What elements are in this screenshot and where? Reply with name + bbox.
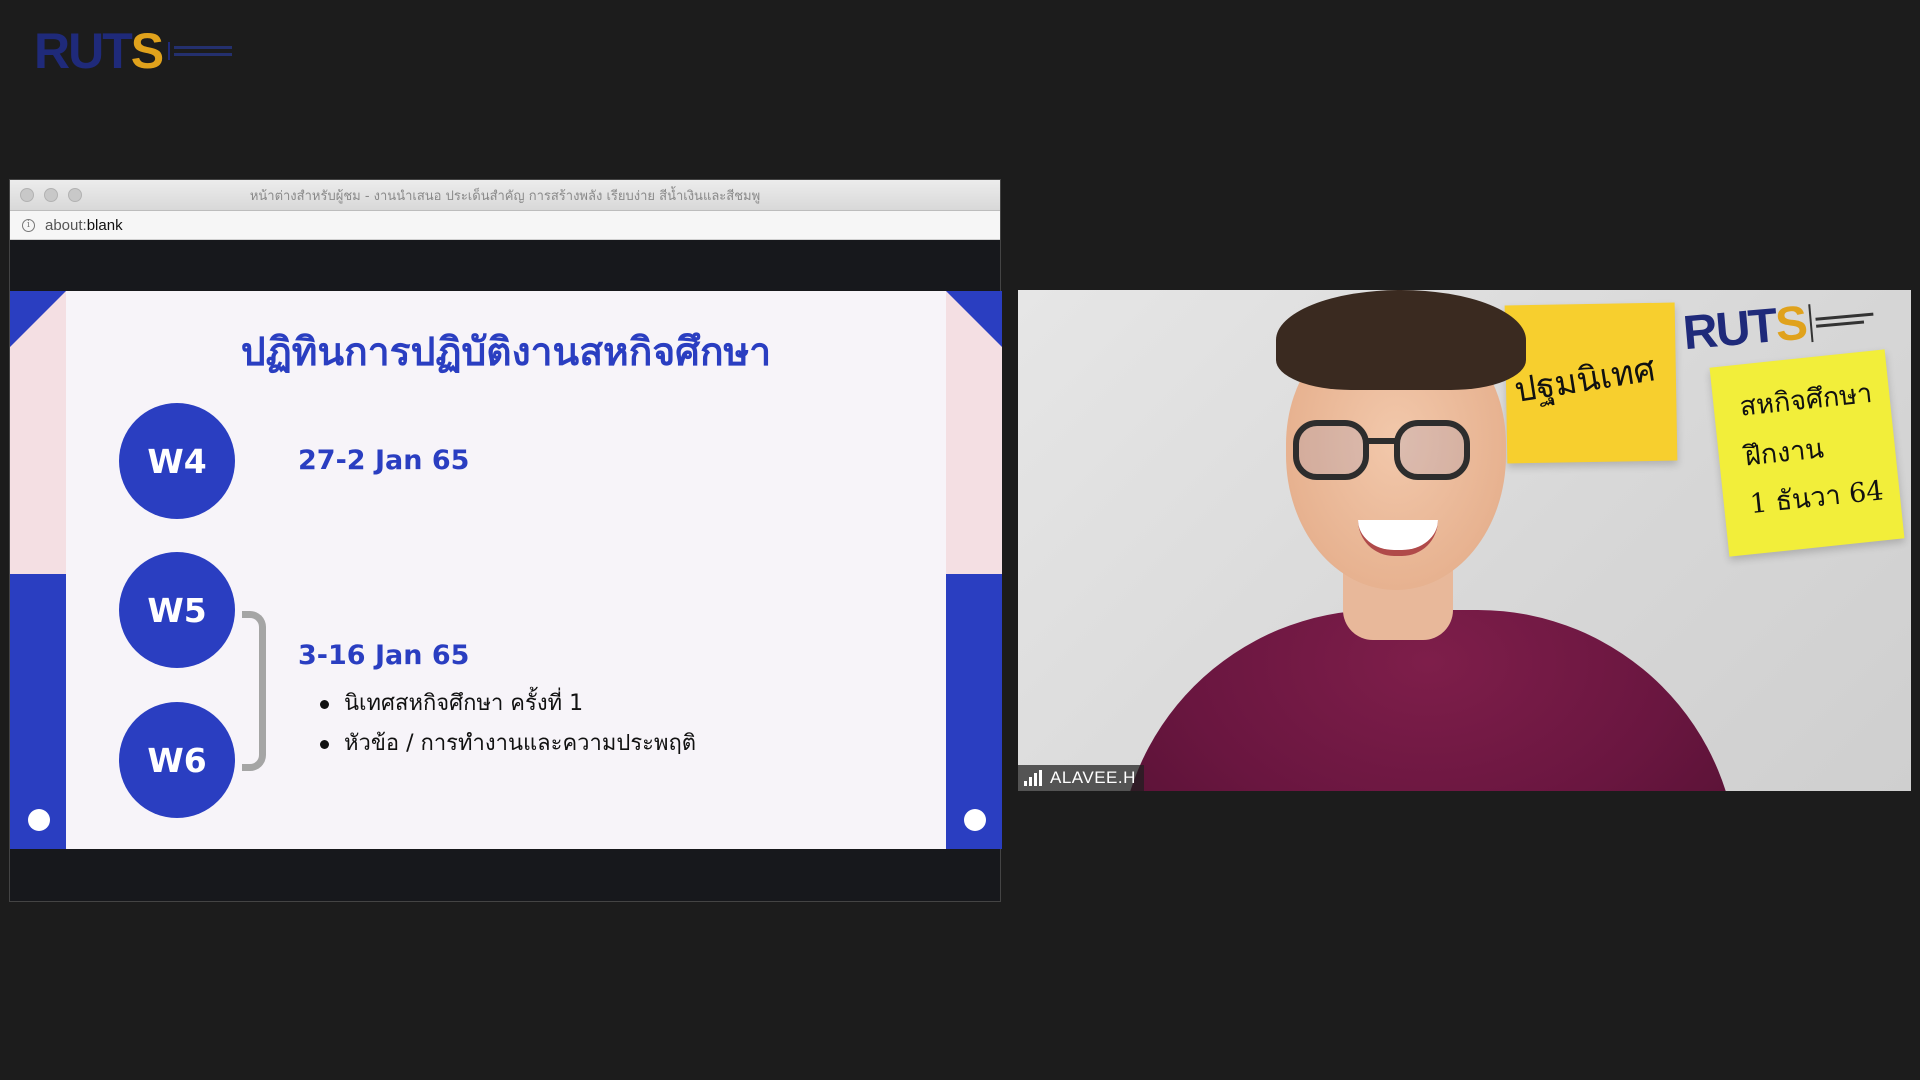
week-badge-w4: W4 (119, 403, 235, 519)
week-bracket (242, 611, 266, 771)
bullet-list: นิเทศสหกิจศึกษา ครั้งที่ 1 หัวข้อ / การท… (318, 684, 696, 764)
glasses-right-lens (1394, 420, 1470, 480)
slide-title: ปฏิทินการปฏิบัติงานสหกิจศึกษา (240, 330, 772, 375)
logo-subtitle-lines (168, 42, 233, 60)
slide-right-dot (964, 809, 986, 831)
signal-strength-icon (1024, 770, 1042, 786)
person-hair (1276, 290, 1526, 390)
ruts-logo: RUTS (34, 23, 233, 79)
slide-left-dot (28, 809, 50, 831)
week-badge-w5: W5 (119, 552, 235, 668)
shared-screen-window: หน้าต่างสำหรับผู้ชม - งานนำเสนอ ประเด็นส… (9, 179, 1002, 902)
week-badge-w6: W6 (119, 702, 235, 818)
sticky-note-orange: ปฐมนิเทศ (1504, 302, 1678, 464)
glasses-left-lens (1293, 420, 1369, 480)
participant-video-tile[interactable]: ปฐมนิเทศ RUTS สหกิจศึกษา ฝึกงาน 1 ธันวา … (1018, 290, 1911, 791)
participant-name-label: ALAVEE.H (1018, 765, 1144, 791)
logo-wordmark: RUTS (34, 23, 164, 79)
presentation-slide: ปฏิทินการปฏิบัติงานสหกิจศึกษา W4 W5 W6 2… (10, 291, 1002, 849)
glasses-bridge (1367, 438, 1397, 444)
bullet-item: นิเทศสหกิจศึกษา ครั้งที่ 1 (318, 684, 696, 724)
bullet-item: หัวข้อ / การทำงานและความประพฤติ (318, 724, 696, 764)
wall-ruts-logo: RUTS (1681, 294, 1875, 360)
window-titlebar[interactable]: หน้าต่างสำหรับผู้ชม - งานนำเสนอ ประเด็นส… (10, 180, 1000, 211)
info-icon[interactable]: i (22, 218, 35, 232)
date-w5-w6: 3-16 Jan 65 (298, 640, 470, 671)
address-url[interactable]: about:blank (45, 217, 123, 234)
window-title: หน้าต่างสำหรับผู้ชม - งานนำเสนอ ประเด็นส… (249, 188, 761, 204)
sticky-note-yellow: สหกิจศึกษา ฝึกงาน 1 ธันวา 64 (1709, 349, 1905, 557)
address-bar[interactable]: i about:blank (10, 211, 1000, 240)
participant-name: ALAVEE.H (1050, 768, 1136, 787)
date-w4: 27-2 Jan 65 (298, 445, 470, 476)
